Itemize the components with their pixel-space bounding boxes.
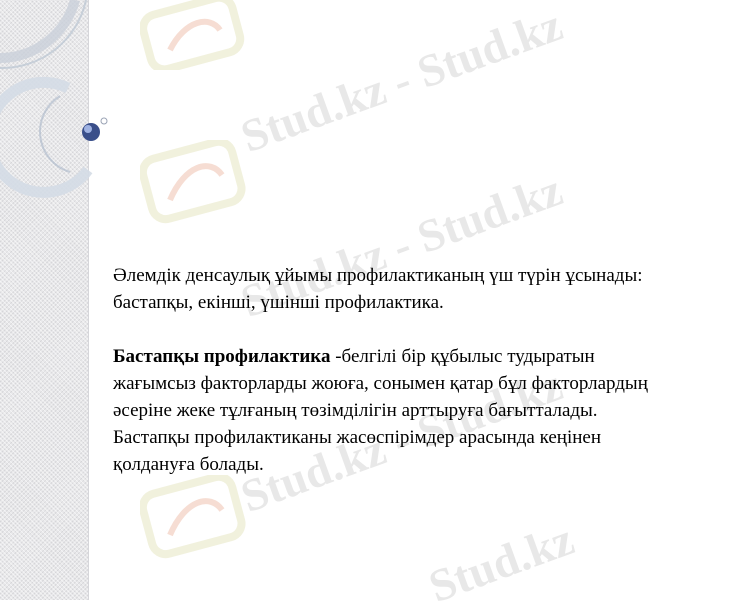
paragraph-line: әсеріне жеке тұлғаның төзімділігін артты… [113, 400, 598, 421]
watermark-text: Stud.kz [422, 512, 581, 613]
slide-body-text: Әлемдік денсаулық ұйымы профилактиканың … [113, 262, 733, 478]
paragraph-line: Әлемдік денсаулық ұйымы профилактиканың … [113, 265, 643, 286]
paragraph-line: қолдануға болады. [113, 454, 264, 475]
paragraph-line: жағымсыз факторларды жоюға, сонымен қата… [113, 373, 648, 394]
paragraph-line: бастапқы, екінші, үшінші профилактика. [113, 292, 444, 313]
watermark-text: Stud.kz - Stud.kz [234, 0, 569, 163]
side-decor-strip [0, 0, 89, 600]
watermark-logo-icon [140, 0, 245, 70]
paragraph-line: Бастапқы профилактиканы жасөспірімдер ар… [113, 427, 601, 448]
term-heading: Бастапқы профилактика [113, 346, 331, 367]
watermark-logo-icon [140, 475, 246, 559]
watermark-logo-icon [140, 140, 246, 224]
paragraph-line: Бастапқы профилактика -белгілі бір құбыл… [113, 343, 733, 370]
definition-text: -белгілі бір құбылыс тудыратын [330, 346, 595, 367]
